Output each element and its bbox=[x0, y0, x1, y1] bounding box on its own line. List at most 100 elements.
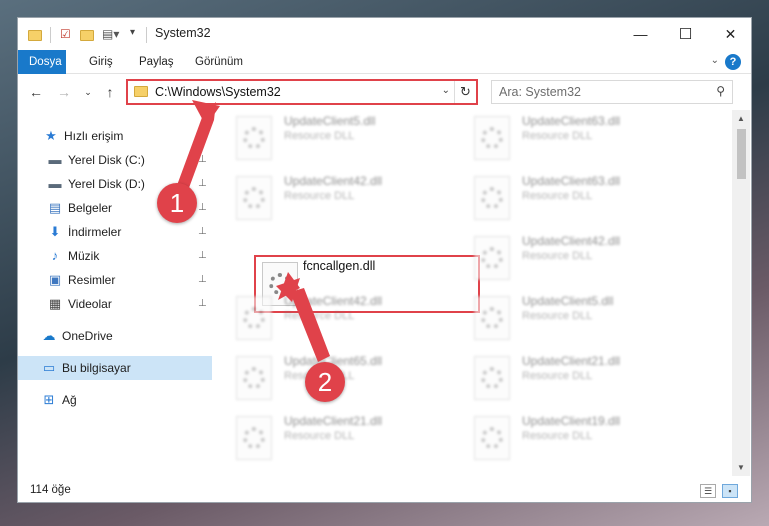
dll-file-icon bbox=[236, 116, 272, 160]
file-item[interactable]: UpdateClient19.dll Resource DLL bbox=[474, 412, 694, 460]
navigation-pane: ★ Hızlı erişim ▬ Yerel Disk (C:) ⊥ ▬ Yerel Dis… bbox=[18, 110, 212, 476]
vertical-scrollbar[interactable]: ▲ ▼ bbox=[732, 110, 750, 476]
sidebar-item-label: OneDrive bbox=[62, 329, 113, 343]
pin-icon[interactable]: ⊥ bbox=[198, 250, 207, 261]
search-box[interactable]: Ara: System32 ⚲ bbox=[491, 80, 733, 104]
file-type: Resource DLL bbox=[522, 190, 593, 202]
dll-file-icon bbox=[474, 296, 510, 340]
scroll-thumb[interactable] bbox=[737, 129, 746, 179]
back-button[interactable]: ← bbox=[28, 84, 44, 100]
customize-toolbar-icon[interactable]: ▤▾ bbox=[102, 27, 119, 43]
sidebar-item-quick-access[interactable]: ★ Hızlı erişim bbox=[18, 124, 212, 148]
divider bbox=[146, 27, 147, 43]
close-button[interactable]: ✕ bbox=[708, 18, 753, 50]
refresh-button[interactable]: ↻ bbox=[454, 81, 476, 103]
details-view-icon[interactable]: ☰ bbox=[700, 484, 716, 498]
expand-ribbon-icon[interactable]: ⌄ bbox=[711, 55, 719, 66]
pin-icon[interactable]: ⊥ bbox=[198, 178, 207, 189]
pictures-icon: ▣ bbox=[48, 272, 62, 287]
drive-icon: ▬ bbox=[48, 152, 62, 167]
file-item[interactable]: UpdateClient21.dll Resource DLL bbox=[236, 412, 456, 460]
scroll-up-icon[interactable]: ▲ bbox=[732, 110, 750, 127]
videos-icon: ▦ bbox=[48, 296, 62, 311]
tab-share[interactable]: Paylaş bbox=[128, 50, 185, 74]
sidebar-item-downloads[interactable]: ⬇ İndirmeler ⊥ bbox=[18, 220, 212, 244]
callout-badge-1: 1 bbox=[157, 183, 197, 223]
file-name: UpdateClient21.dll bbox=[522, 354, 621, 368]
search-input[interactable]: Ara: System32 bbox=[499, 85, 581, 99]
forward-button[interactable]: → bbox=[56, 84, 72, 100]
file-type: Resource DLL bbox=[284, 430, 355, 442]
maximize-button[interactable]: ☐ bbox=[663, 18, 708, 50]
folder-icon bbox=[28, 27, 42, 43]
file-type: Resource DLL bbox=[284, 310, 355, 322]
window-title: System32 bbox=[155, 26, 211, 40]
file-item[interactable]: UpdateClient5.dll Resource DLL bbox=[236, 112, 456, 160]
sidebar-item-music[interactable]: ♪ Müzik ⊥ bbox=[18, 244, 212, 268]
file-item[interactable]: UpdateClient63.dll Resource DLL bbox=[474, 112, 694, 160]
sidebar-item-this-pc[interactable]: ▭ Bu bilgisayar bbox=[18, 356, 212, 380]
sidebar-item-label: Belgeler bbox=[68, 201, 113, 215]
dll-file-icon bbox=[236, 176, 272, 220]
sidebar-item-pictures[interactable]: ▣ Resimler ⊥ bbox=[18, 268, 212, 292]
pin-icon[interactable]: ⊥ bbox=[198, 298, 207, 309]
address-dropdown-icon[interactable]: ⌄ bbox=[442, 85, 450, 96]
pin-icon[interactable]: ⊥ bbox=[198, 154, 207, 165]
file-name: UpdateClient5.dll bbox=[284, 114, 376, 128]
file-item[interactable]: UpdateClient42.dll Resource DLL bbox=[474, 232, 694, 280]
sidebar-item-onedrive[interactable]: ☁ OneDrive bbox=[18, 324, 212, 348]
sidebar-item-label: Videolar bbox=[68, 297, 112, 311]
sidebar-item-label: İndirmeler bbox=[68, 225, 122, 239]
file-type: Resource DLL bbox=[522, 310, 593, 322]
quick-access-dropdown-icon[interactable]: ▾ bbox=[130, 27, 135, 43]
properties-icon[interactable]: ☑ bbox=[60, 27, 71, 43]
navigation-bar: ← → ⌄ ↑ C:\Windows\System32 ⌄ ↻ Ara: Sys… bbox=[18, 76, 751, 108]
file-item[interactable]: UpdateClient5.dll Resource DLL bbox=[474, 292, 694, 340]
file-name: UpdateClient5.dll bbox=[522, 294, 614, 308]
computer-icon: ▭ bbox=[42, 360, 56, 375]
drive-icon: ▬ bbox=[48, 176, 62, 191]
pin-icon[interactable]: ⊥ bbox=[198, 226, 207, 237]
help-icon[interactable]: ? bbox=[725, 54, 741, 70]
file-name: UpdateClient63.dll bbox=[522, 114, 621, 128]
tab-home[interactable]: Giriş bbox=[78, 50, 124, 74]
sidebar-item-network[interactable]: ⊞ Ağ bbox=[18, 388, 212, 412]
file-name: UpdateClient42.dll bbox=[284, 294, 383, 308]
recent-locations-icon[interactable]: ⌄ bbox=[80, 84, 96, 100]
file-type: Resource DLL bbox=[522, 370, 593, 382]
file-item[interactable]: UpdateClient65.dllResource DLL bbox=[236, 352, 456, 400]
network-icon: ⊞ bbox=[43, 392, 55, 407]
new-folder-icon[interactable] bbox=[80, 27, 94, 43]
file-item[interactable]: UpdateClient21.dll Resource DLL bbox=[474, 352, 694, 400]
documents-icon: ▤ bbox=[48, 200, 62, 215]
pin-icon[interactable]: ⊥ bbox=[198, 202, 207, 213]
dll-file-icon bbox=[474, 356, 510, 400]
address-bar[interactable]: C:\Windows\System32 ⌄ ↻ bbox=[126, 79, 478, 105]
dll-file-icon bbox=[474, 116, 510, 160]
file-item[interactable]: UpdateClient42.dll Resource DLL bbox=[236, 292, 456, 340]
sidebar-item-local-disk-c[interactable]: ▬ Yerel Disk (C:) ⊥ bbox=[18, 148, 212, 172]
up-button[interactable]: ↑ bbox=[102, 84, 118, 100]
file-name: UpdateClient42.dll bbox=[284, 174, 383, 188]
star-icon: ★ bbox=[45, 128, 57, 143]
address-path[interactable]: C:\Windows\System32 bbox=[155, 85, 281, 99]
file-name: UpdateClient42.dll bbox=[522, 234, 621, 248]
dll-file-icon bbox=[474, 236, 510, 280]
search-icon: ⚲ bbox=[716, 84, 725, 98]
file-item[interactable]: UpdateClient42.dll Resource DLL bbox=[236, 172, 456, 220]
sidebar-item-label: Yerel Disk (D:) bbox=[68, 177, 145, 191]
minimize-button[interactable]: — bbox=[618, 18, 663, 50]
sidebar-item-label: Resimler bbox=[68, 273, 116, 287]
file-name: UpdateClient21.dll bbox=[284, 414, 383, 428]
title-bar: ☑ ▤▾ ▾ System32 — ☐ ✕ bbox=[18, 18, 751, 50]
dll-file-icon bbox=[236, 356, 272, 400]
tab-view[interactable]: Görünüm bbox=[184, 50, 254, 74]
tab-file[interactable]: Dosya bbox=[18, 50, 66, 74]
ribbon-tabs: Dosya Giriş Paylaş Görünüm ⌄ ? bbox=[18, 50, 751, 74]
large-icons-view-icon[interactable]: ▪ bbox=[722, 484, 738, 498]
sidebar-item-videos[interactable]: ▦ Videolar ⊥ bbox=[18, 292, 212, 316]
pin-icon[interactable]: ⊥ bbox=[198, 274, 207, 285]
file-item[interactable]: UpdateClient63.dll Resource DLL bbox=[474, 172, 694, 220]
sidebar-item-label: Müzik bbox=[68, 249, 100, 263]
scroll-down-icon[interactable]: ▼ bbox=[732, 459, 750, 476]
